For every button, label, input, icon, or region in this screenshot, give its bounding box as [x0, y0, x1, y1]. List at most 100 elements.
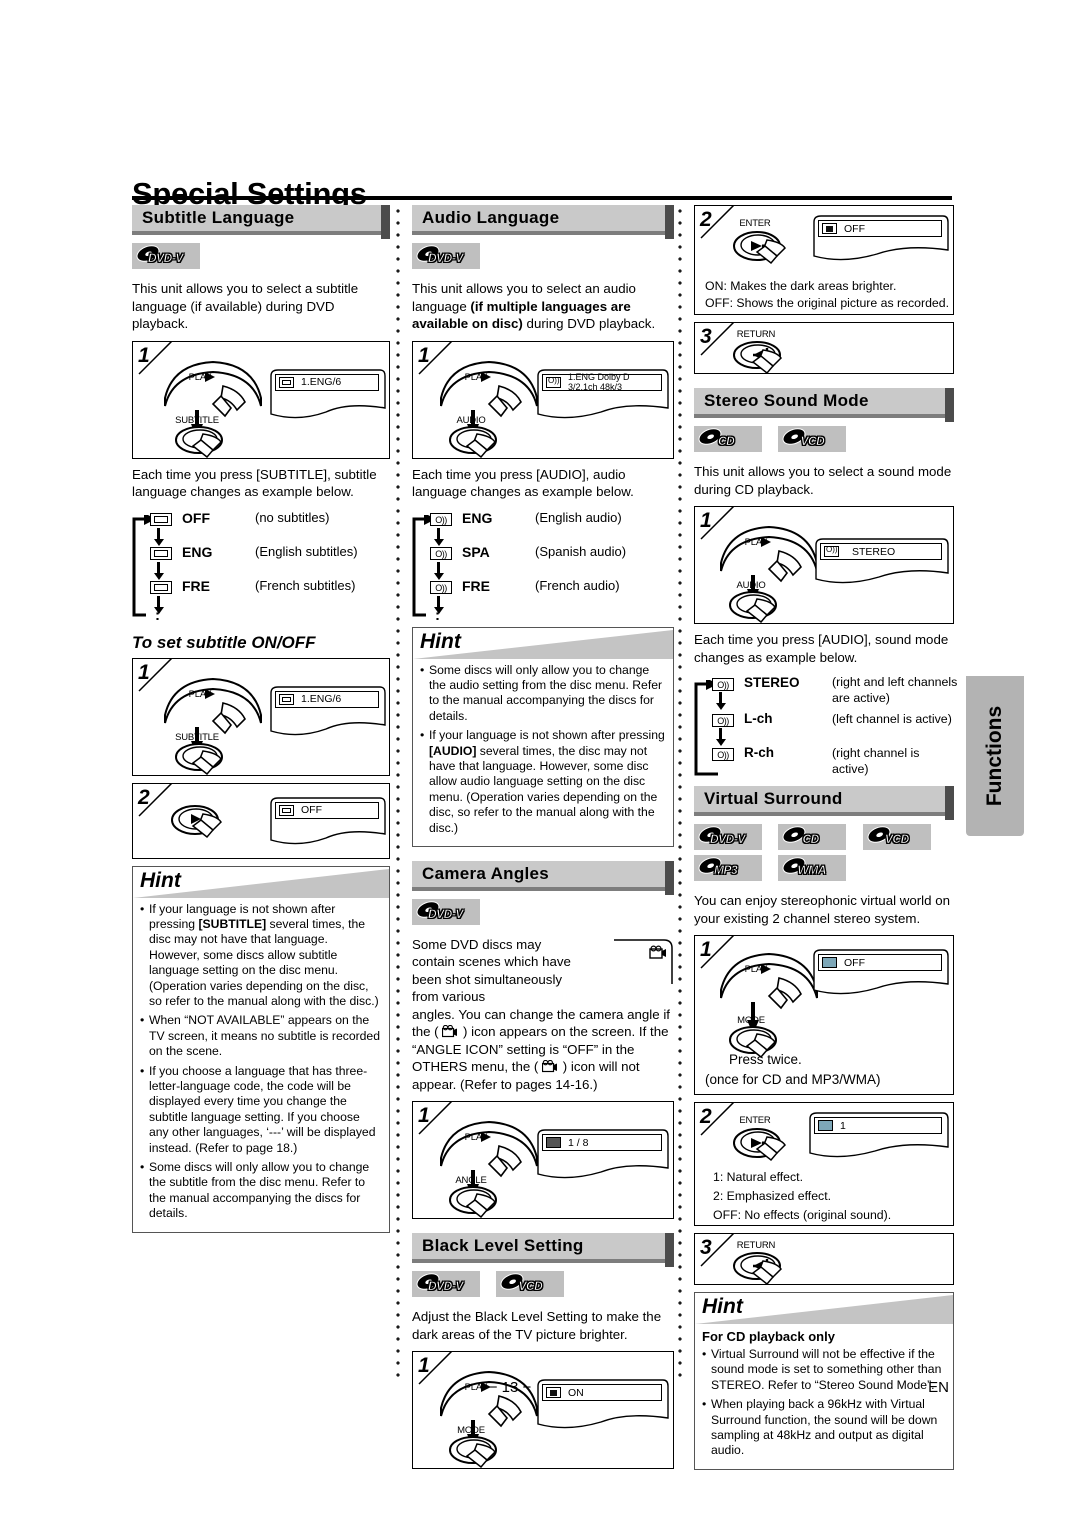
sequence-desc: (left channel is active)	[832, 712, 952, 726]
audio-icon	[824, 545, 839, 557]
sequence-item: FRE (French subtitles)	[150, 577, 390, 614]
page-number-footer: − 13 −	[0, 1379, 1080, 1396]
section-title: Audio Language	[422, 208, 560, 227]
disc-badge-label: DVD-V	[148, 251, 184, 266]
step-box-angle-1: 1 PLAY ANGLE 1 / 8	[412, 1101, 674, 1220]
virtual-surround-icon	[822, 957, 837, 968]
title-rule	[132, 196, 952, 200]
sequence-arrow	[154, 527, 163, 546]
disc-badge-label: VCD	[518, 1279, 543, 1294]
subheading-subtitle-onoff: To set subtitle ON/OFF	[132, 632, 316, 652]
step-number: 1	[418, 1104, 430, 1128]
sequence-ellipsis: :	[155, 606, 160, 624]
disc-badge-label: CD	[718, 434, 735, 449]
disc-badge-label: DVD-V	[428, 906, 464, 922]
hint-title: Hint	[702, 1295, 743, 1318]
page-number: − 13 −	[488, 1379, 532, 1396]
sequence-ellipsis: :	[435, 606, 440, 624]
osd-field: OFF	[818, 220, 942, 237]
subtitle-after-steps: Each time you press [SUBTITLE], subtitle…	[132, 466, 377, 500]
step-number: 3	[700, 1236, 712, 1259]
section-title: Black Level Setting	[422, 1236, 584, 1256]
step-box-vs-1: 1 PLAY MODE OFF Press twice. (once for C…	[694, 935, 954, 1095]
osd-value: 1 / 8	[568, 1136, 589, 1149]
sequence-code: ENG	[182, 543, 213, 560]
button-label-play: PLAY	[464, 371, 488, 383]
black-level-intro: Adjust the Black Level Setting to make t…	[412, 1309, 662, 1342]
step-number: 1	[138, 343, 150, 367]
audio-icon: O))	[430, 512, 452, 526]
column-divider-2	[678, 205, 682, 1385]
step-number: 1	[418, 343, 430, 367]
sequence-code: SPA	[462, 543, 490, 560]
sequence-arrow	[716, 728, 725, 746]
audio-icon: O))	[712, 678, 734, 691]
button-label-audio: AUDIO	[456, 414, 486, 426]
sequence-code: FRE	[462, 577, 490, 594]
disc-badge-vcd: VCD	[778, 425, 847, 452]
subtitle-icon	[279, 804, 294, 816]
disc-badge-label: VCD	[800, 434, 825, 449]
osd-value: OFF	[301, 804, 322, 816]
step-number: 1	[700, 938, 712, 961]
angle-icon	[442, 1025, 459, 1038]
angle-icon	[546, 1137, 561, 1149]
disc-badge-dvdv: DVD-V	[412, 1270, 480, 1298]
button-label-angle: ANGLE	[455, 1175, 487, 1187]
language-code: EN	[928, 1379, 949, 1396]
disc-badge-cd: CD	[778, 823, 847, 850]
sequence-arrow	[154, 561, 163, 580]
audio-icon: O))	[430, 580, 452, 594]
sequence-code: L-ch	[744, 711, 773, 726]
step-box-onoff-2: 2 OFF	[132, 782, 390, 859]
subtitle-icon	[150, 546, 172, 560]
disc-badge-vcd: VCD	[862, 823, 931, 850]
osd-field: 1.ENG Dolby D 3/2.1ch 48k/3	[542, 372, 662, 392]
subtitle-icon	[279, 693, 294, 705]
hint-header: Hint	[695, 1293, 953, 1324]
button-label-play: PLAY	[744, 964, 768, 975]
sequence-code: OFF	[182, 509, 210, 526]
sequence-desc: (right and left channels are active)	[832, 675, 958, 705]
side-tab-functions: Functions	[966, 676, 1024, 836]
vs-note-once: (once for CD and MP3/WMA)	[705, 1072, 881, 1087]
section-header-stereo-sound-mode: Stereo Sound Mode	[694, 388, 954, 422]
osd-field: STEREO	[820, 543, 942, 560]
disc-badges: DVD-V VCD	[412, 1270, 674, 1302]
hint-item: If your language is not shown after pres…	[140, 902, 382, 1010]
button-label-mode: MODE	[737, 1015, 765, 1026]
vs-note-press-twice: Press twice.	[729, 1052, 802, 1067]
button-label-audio: AUDIO	[736, 580, 766, 591]
step-box-vs-2: 2 ENTER 1 1: Natural effect. 2: Emphasiz…	[694, 1102, 954, 1226]
remote-audio-button-graphic	[729, 591, 777, 623]
disc-badge-label: MP3	[714, 863, 738, 878]
sequence-item: O)) L-ch (left channel is active)	[712, 710, 954, 746]
audio-icon: O))	[712, 714, 734, 727]
section-header-audio-language: Audio Language	[412, 205, 674, 239]
section-header-black-level: Black Level Setting	[412, 1233, 674, 1268]
section-header-cap	[945, 388, 954, 422]
button-label-play: PLAY	[744, 537, 768, 548]
section-title: Subtitle Language	[142, 208, 295, 227]
black-level-note-on: ON: Makes the dark areas brighter.	[705, 279, 897, 293]
hint-title: Hint	[420, 629, 461, 653]
step-number: 2	[700, 208, 712, 231]
button-label-play: PLAY	[188, 688, 212, 700]
step-number: 2	[700, 1105, 712, 1128]
sequence-code: R-ch	[744, 745, 774, 760]
hint-item: Some discs will only allow you to change…	[140, 1160, 382, 1222]
disc-badge-dvdv: DVD-V	[132, 242, 200, 269]
sequence-item: O)) R-ch (right channel is active)	[712, 744, 954, 776]
hint-body: For CD playback only Virtual Surround wi…	[695, 1324, 953, 1469]
section-title: Camera Angles	[422, 863, 550, 883]
hint-title: Hint	[140, 868, 181, 892]
hint-box-subtitle: Hint If your language is not shown after…	[132, 865, 390, 1233]
disc-badge-label: CD	[802, 832, 819, 847]
subtitle-icon	[150, 512, 172, 526]
disc-badge-label: VCD	[884, 832, 910, 847]
sequence-code: FRE	[182, 577, 210, 594]
sequence-arrow	[716, 692, 725, 710]
sequence-code: ENG	[462, 509, 493, 526]
step-number: 1	[418, 1354, 430, 1378]
step-box-stereo-1: 1 PLAY AUDIO O)) STEREO	[694, 506, 954, 624]
